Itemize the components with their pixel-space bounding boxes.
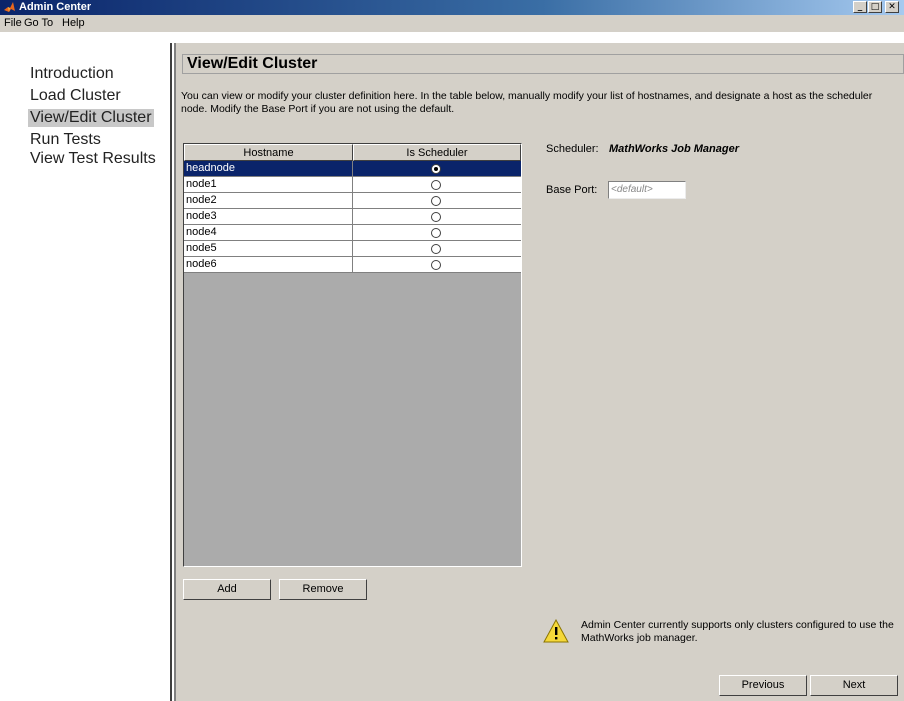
table-row[interactable]: node5 (184, 241, 521, 257)
matlab-logo-icon (4, 2, 15, 12)
menu-help[interactable]: Help (62, 17, 85, 29)
nav-item-load-cluster[interactable]: Load Cluster (28, 87, 123, 105)
previous-button[interactable]: Previous (719, 675, 807, 696)
column-header-hostname[interactable]: Hostname (184, 144, 353, 161)
hostname-cell[interactable]: node4 (184, 225, 353, 241)
hostname-cell[interactable]: node6 (184, 257, 353, 273)
table-row[interactable]: node2 (184, 193, 521, 209)
scheduler-radio[interactable] (431, 212, 441, 222)
nav-item-view-edit-cluster[interactable]: View/Edit Cluster (28, 109, 154, 127)
scheduler-radio[interactable] (431, 196, 441, 206)
hostname-cell[interactable]: node3 (184, 209, 353, 225)
table-row[interactable]: node4 (184, 225, 521, 241)
menu-goto[interactable]: Go To (24, 17, 53, 29)
scheduler-cell[interactable] (353, 257, 521, 273)
table-row[interactable]: node1 (184, 177, 521, 193)
scheduler-cell[interactable] (353, 241, 521, 257)
hostname-cell[interactable]: node2 (184, 193, 353, 209)
scheduler-cell[interactable] (353, 225, 521, 241)
scheduler-radio[interactable] (431, 244, 441, 254)
menu-bar: File Go To Help (0, 15, 904, 32)
warning-message: Admin Center currently supports only clu… (581, 619, 894, 644)
scheduler-cell[interactable] (353, 161, 521, 177)
menu-file[interactable]: File (4, 17, 22, 29)
main-panel: View/Edit Cluster You can view or modify… (174, 43, 904, 701)
scheduler-radio[interactable] (431, 228, 441, 238)
page-title: View/Edit Cluster (182, 54, 904, 74)
scheduler-cell[interactable] (353, 209, 521, 225)
column-header-is-scheduler[interactable]: Is Scheduler (353, 144, 521, 161)
hostname-cell[interactable]: headnode (184, 161, 353, 177)
next-button[interactable]: Next (810, 675, 898, 696)
maximize-button[interactable]: □ (868, 1, 882, 13)
page-description: You can view or modify your cluster defi… (181, 90, 873, 115)
nav-item-introduction[interactable]: Introduction (28, 65, 116, 83)
base-port-label: Base Port: (546, 184, 598, 196)
scheduler-radio[interactable] (431, 260, 441, 270)
scheduler-radio[interactable] (431, 164, 441, 174)
window-title: Admin Center (19, 1, 92, 13)
table-header: Hostname Is Scheduler (184, 144, 521, 161)
scheduler-cell[interactable] (353, 193, 521, 209)
scheduler-label: Scheduler: (546, 143, 599, 155)
table-row[interactable]: headnode (184, 161, 521, 177)
warning-icon (543, 619, 569, 643)
table-row[interactable]: node3 (184, 209, 521, 225)
scheduler-value: MathWorks Job Manager (609, 143, 739, 155)
minimize-button[interactable]: _ (853, 1, 867, 13)
scheduler-cell[interactable] (353, 177, 521, 193)
scheduler-radio[interactable] (431, 180, 441, 190)
navigation-panel: Introduction Load Cluster View/Edit Clus… (12, 43, 172, 701)
remove-button[interactable]: Remove (279, 579, 367, 600)
nav-item-view-test-results[interactable]: View Test Results (28, 150, 158, 168)
hostname-cell[interactable]: node5 (184, 241, 353, 257)
window-title-bar[interactable]: Admin Center _ □ ✕ (0, 0, 904, 15)
add-button[interactable]: Add (183, 579, 271, 600)
close-button[interactable]: ✕ (885, 1, 899, 13)
table-row[interactable]: node6 (184, 257, 521, 273)
hostname-table[interactable]: Hostname Is Scheduler headnode node1 nod… (183, 143, 522, 567)
base-port-input[interactable]: <default> (608, 181, 686, 199)
nav-item-run-tests[interactable]: Run Tests (28, 131, 103, 149)
hostname-cell[interactable]: node1 (184, 177, 353, 193)
